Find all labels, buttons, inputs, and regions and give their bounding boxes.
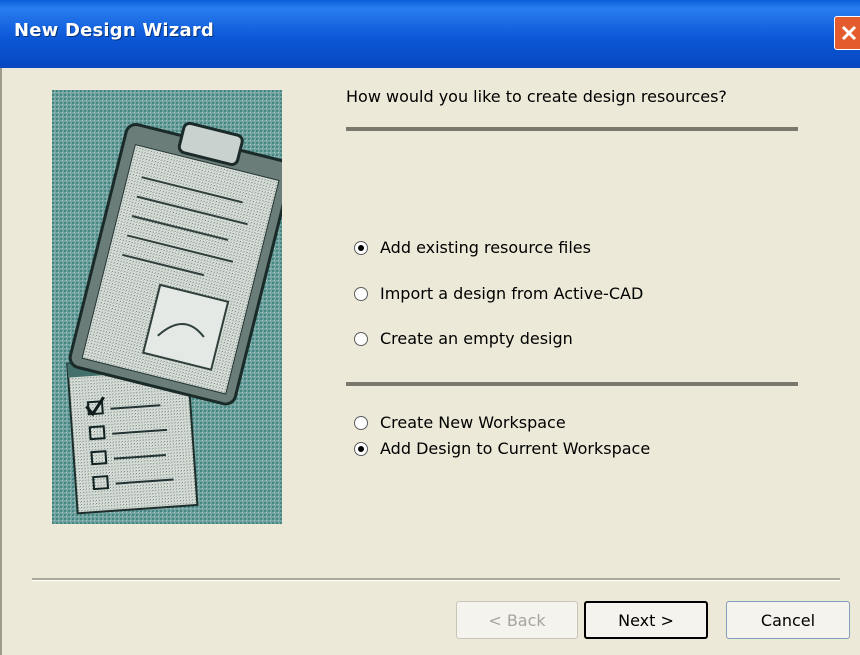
radio-label: Create an empty design — [380, 329, 573, 348]
next-button[interactable]: Next > — [584, 601, 708, 639]
radio-button-checked[interactable] — [354, 240, 368, 255]
window-title: New Design Wizard — [14, 20, 214, 41]
separator — [346, 382, 798, 386]
radio-create-new-workspace[interactable]: Create New Workspace — [354, 413, 566, 432]
wizard-question: How would you like to create design reso… — [346, 87, 727, 106]
radio-create-empty-design[interactable]: Create an empty design — [354, 329, 573, 348]
window-border — [0, 68, 2, 655]
radio-label: Add Design to Current Workspace — [380, 439, 651, 458]
back-button[interactable]: < Back — [456, 601, 578, 639]
radio-button[interactable] — [354, 331, 368, 346]
title-bar[interactable]: New Design Wizard — [0, 0, 860, 68]
radio-label: Add existing resource files — [380, 238, 591, 257]
radio-add-to-current-workspace[interactable]: Add Design to Current Workspace — [354, 439, 650, 458]
cancel-button[interactable]: Cancel — [726, 601, 850, 639]
radio-button[interactable] — [354, 286, 368, 301]
separator — [346, 127, 798, 131]
radio-button[interactable] — [354, 415, 368, 430]
radio-label: Import a design from Active-CAD — [380, 284, 644, 303]
footer-separator — [32, 578, 840, 581]
radio-button-checked[interactable] — [354, 441, 368, 456]
dialog-window: New Design Wizard How would you like to … — [0, 0, 860, 655]
clipboard-illustration-icon — [52, 90, 282, 524]
close-button[interactable] — [834, 16, 860, 50]
close-icon — [841, 25, 857, 41]
radio-add-existing-files[interactable]: Add existing resource files — [354, 238, 591, 257]
radio-label: Create New Workspace — [380, 413, 566, 432]
radio-import-active-cad[interactable]: Import a design from Active-CAD — [354, 284, 643, 303]
